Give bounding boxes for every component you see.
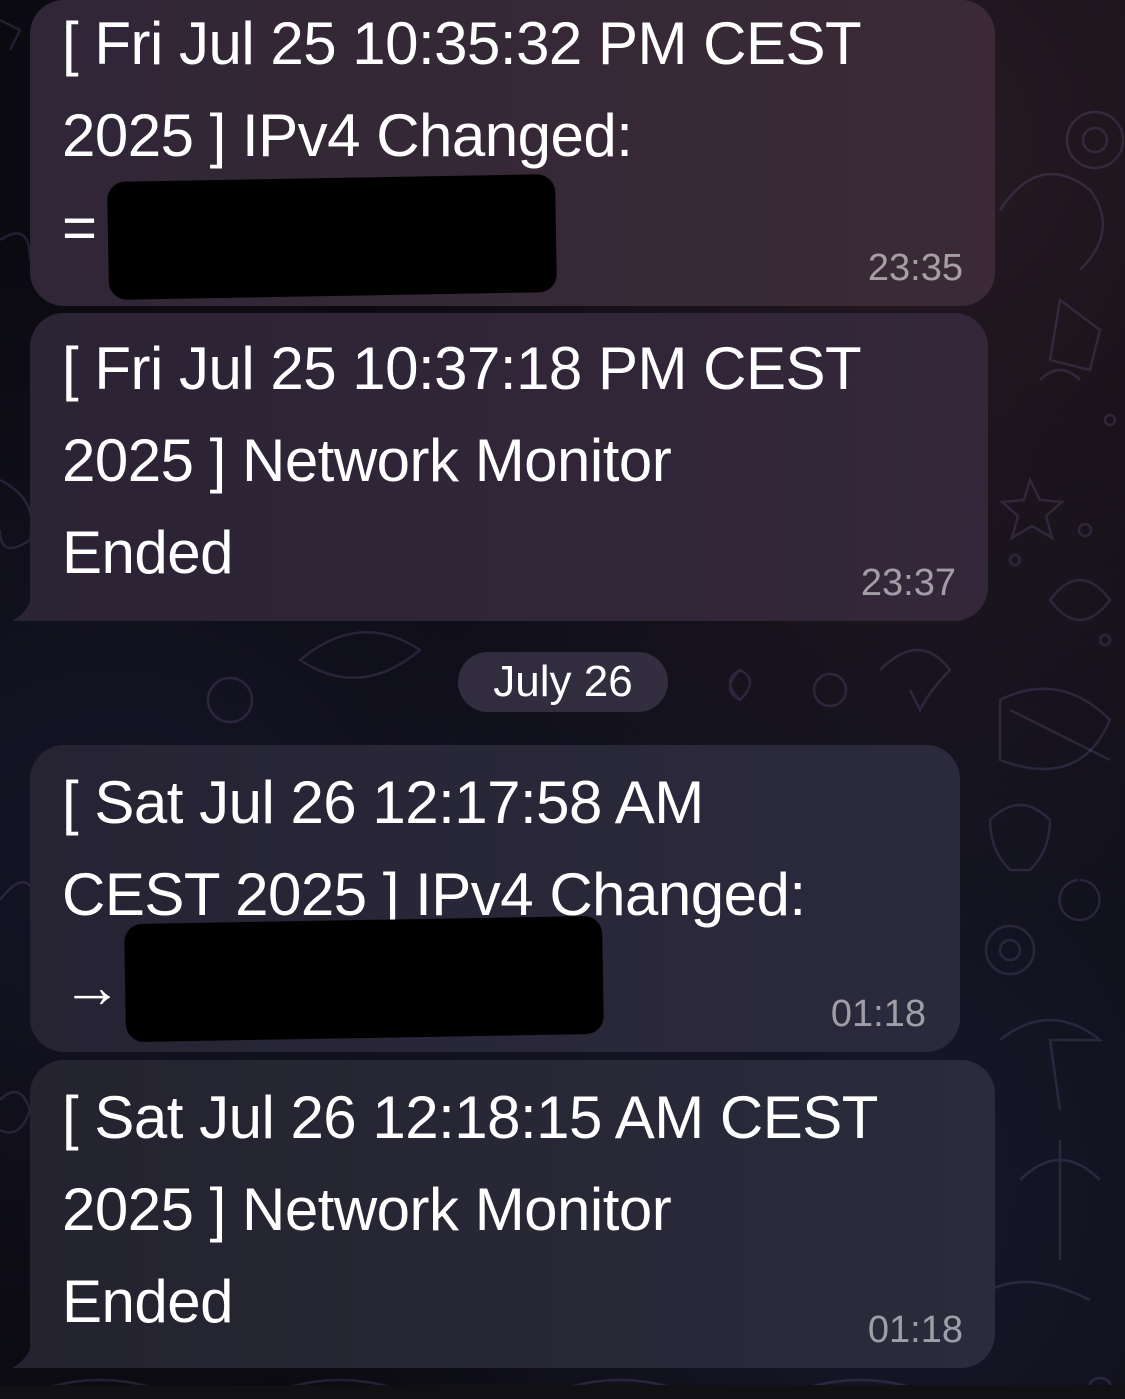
bottom-edge (0, 1385, 1125, 1399)
message-timestamp: 23:35 (867, 247, 963, 289)
message-timestamp: 01:18 (867, 1309, 963, 1351)
message-bubble[interactable]: [ Sat Jul 26 12:18:15 AM CEST 2025 ] Net… (30, 1060, 995, 1368)
message-timestamp: 23:37 (860, 562, 956, 604)
message-text: [ Fri Jul 25 10:37:18 PM CEST 2025 ] Net… (62, 335, 862, 586)
message-text: [ Sat Jul 26 12:18:15 AM CEST 2025 ] Net… (62, 1084, 878, 1335)
message-bubble[interactable]: [ Fri Jul 25 10:35:32 PM CEST 2025 ] IPv… (30, 0, 995, 306)
redacted-ip-address (107, 174, 557, 300)
date-separator: July 26 (458, 652, 668, 712)
message-bubble[interactable]: [ Fri Jul 25 10:37:18 PM CEST 2025 ] Net… (30, 313, 988, 621)
redacted-ip-address (124, 915, 604, 1043)
message-bubble[interactable]: [ Sat Jul 26 12:17:58 AM CEST 2025 ] IPv… (30, 745, 960, 1052)
message-tail (12, 581, 42, 621)
message-timestamp: 01:18 (830, 993, 926, 1035)
message-tail (12, 1328, 42, 1368)
chat-background[interactable]: [ Fri Jul 25 10:35:32 PM CEST 2025 ] IPv… (0, 0, 1125, 1399)
